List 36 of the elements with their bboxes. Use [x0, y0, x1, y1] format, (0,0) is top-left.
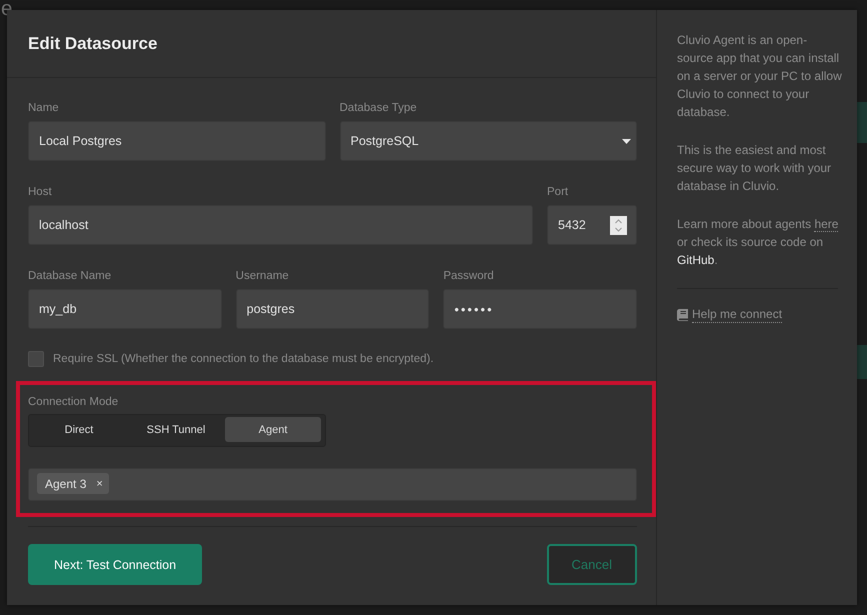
text-field[interactable]: Local Postgres	[28, 121, 326, 161]
text-field[interactable]: localhost	[28, 205, 533, 245]
number-field[interactable]: 5432	[547, 205, 637, 245]
dialog-title: Edit Datasource	[28, 34, 158, 54]
segment-button[interactable]: SSH Tunnel	[128, 417, 224, 442]
remove-tag-button[interactable]: ×	[94, 476, 105, 490]
tag-label: Agent 3	[45, 476, 86, 490]
help-paragraph: This is the easiest and most secure way to work with your database in Cluvio.	[677, 142, 832, 195]
field-label: Port	[547, 185, 568, 200]
help-paragraph: Cluvio Agent is an open-source app that you can install on a server or your PC to allow Cluvio to connect to your database.	[677, 32, 842, 121]
caret-icon	[622, 138, 631, 144]
up-down-chevrons-icon[interactable]	[610, 216, 627, 234]
help-link[interactable]: Help me connect	[677, 307, 782, 323]
background-panel	[857, 345, 867, 379]
checkbox-label: Require SSL (Whether the connection to the database must be encrypted).	[53, 353, 434, 365]
text-link[interactable]: GitHub	[677, 253, 714, 267]
field-label: Connection Mode	[28, 395, 118, 410]
text-field[interactable]: my_db	[28, 289, 222, 329]
help-paragraph: Learn more about agents here or check its source code on GitHub.	[677, 216, 840, 269]
book-icon	[677, 309, 688, 321]
field-label: Database Name	[28, 269, 112, 284]
checkbox[interactable]	[28, 351, 44, 367]
field-label: Name	[28, 101, 59, 116]
next-button[interactable]: Next: Test Connection	[28, 544, 202, 585]
background-panel	[857, 102, 867, 143]
segment-button[interactable]: Direct	[31, 417, 127, 442]
text-field[interactable]: postgres	[236, 289, 430, 329]
field-label: Password	[443, 269, 494, 284]
password-field[interactable]: ••••••	[443, 289, 637, 329]
field-label: Username	[236, 269, 289, 284]
field-label: Host	[28, 185, 52, 200]
text-link[interactable]: here	[814, 217, 838, 232]
segment-button[interactable]: Agent	[225, 417, 321, 442]
dropdown[interactable]: PostgreSQL	[340, 121, 637, 161]
field-label: Database Type	[340, 101, 417, 116]
agent-select-field[interactable]: Agent 3 ×	[28, 468, 637, 501]
